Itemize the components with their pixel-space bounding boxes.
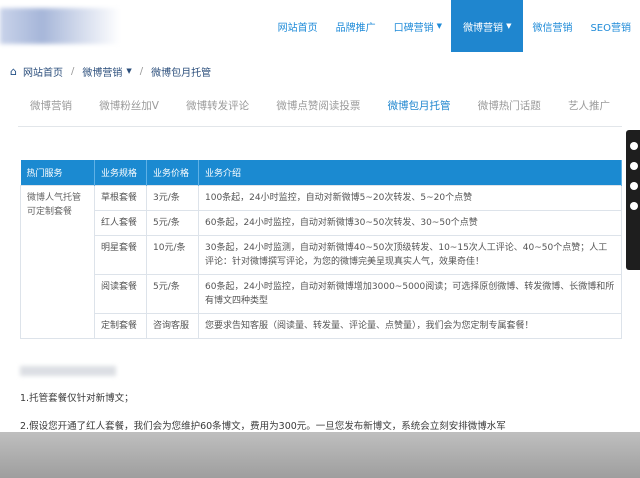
nav-item-weibo[interactable]: 微博营销 ▼ (451, 0, 524, 52)
bottom-shade (0, 432, 640, 478)
breadcrumb-separator: / (70, 65, 75, 77)
floating-toolbar[interactable] (626, 130, 640, 270)
breadcrumb-home[interactable]: 网站首页 (23, 64, 63, 79)
spec-cell: 阅读套餐 (94, 274, 147, 314)
note-text: 2.假设您开通了红人套餐，我们会为您维护60条博文，费用为300元。一旦您发布新… (20, 421, 506, 432)
nav-item-brand[interactable]: 品牌推广 (327, 0, 385, 52)
price-cell: 5元/条 (146, 274, 199, 314)
site-logo[interactable] (0, 8, 120, 44)
note-text: 1.托管套餐仅针对新博文； (20, 393, 134, 404)
table-header: 业务价格 (146, 160, 199, 186)
tab-weibo-monthly[interactable]: 微博包月托管 (388, 98, 451, 113)
table-row: 红人套餐 5元/条 60条起，24小时监控，自动对新微博30~50次转发、30~… (21, 210, 622, 236)
desc-cell: 您要求告知客服（阅读量、转发量、评论量、点赞量），我们会为您定制专属套餐！ (198, 313, 622, 339)
home-icon: ⌂ (10, 64, 17, 78)
tab-weibo-hot-topic[interactable]: 微博热门话题 (478, 98, 541, 113)
spec-cell: 定制套餐 (94, 313, 147, 339)
spec-cell: 明星套餐 (94, 235, 147, 275)
desc-cell: 100条起，24小时监控，自动对新微博5~20次转发、5~20个点赞 (198, 185, 622, 211)
table-header-row: 热门服务 业务规格 业务价格 业务介绍 (20, 160, 622, 186)
float-icon[interactable] (630, 162, 638, 170)
service-cell: 微博人气托管可定制套餐 (20, 185, 95, 339)
blurred-heading (20, 366, 116, 376)
nav-item-wechat[interactable]: 微信营销 (523, 0, 581, 52)
table-header: 热门服务 (20, 160, 95, 186)
nav-item-wom[interactable]: 口碑营销 ▼ (385, 0, 451, 52)
divider (18, 126, 622, 127)
price-cell: 咨询客服 (146, 313, 199, 339)
nav-item-home[interactable]: 网站首页 (269, 0, 327, 52)
tab-weibo-marketing[interactable]: 微博营销 (30, 98, 72, 113)
breadcrumb: ⌂ 网站首页 / 微博营销 ▼ / 微博包月托管 (10, 62, 211, 80)
table-header: 业务规格 (94, 160, 147, 186)
spec-cell: 红人套餐 (94, 210, 147, 236)
nav-label: SEO营销 (590, 22, 631, 34)
chevron-down-icon: ▼ (436, 22, 443, 30)
breadcrumb-current: 微博包月托管 (151, 67, 212, 79)
nav-label: 网站首页 (277, 22, 318, 34)
nav-item-seo[interactable]: SEO营销 (581, 0, 640, 52)
nav-label: 口碑营销 (393, 22, 434, 34)
spec-cell: 草根套餐 (94, 185, 147, 211)
desc-cell: 30条起，24小时监测，自动对新微博40~50次顶级转发、10~15次人工评论、… (198, 235, 622, 275)
table-row: 微博人气托管可定制套餐 草根套餐 3元/条 100条起，24小时监控，自动对新微… (20, 185, 622, 339)
price-cell: 5元/条 (146, 210, 199, 236)
chevron-down-icon: ▼ (506, 22, 512, 30)
sub-tabs: 微博营销 微博粉丝加V 微博转发评论 微博点赞阅读投票 微博包月托管 微博热门话… (30, 92, 610, 118)
float-icon[interactable] (630, 182, 638, 190)
tab-weibo-like-vote[interactable]: 微博点赞阅读投票 (276, 98, 360, 113)
tab-weibo-fans[interactable]: 微博粉丝加V (99, 98, 159, 113)
nav-label: 微博营销 (463, 22, 504, 34)
tab-artist-promo[interactable]: 艺人推广 (568, 98, 610, 113)
top-navbar: 网站首页 品牌推广 口碑营销 ▼ 微博营销 ▼ 微信营销 SEO营销 (0, 0, 640, 52)
price-cell: 10元/条 (146, 235, 199, 275)
table-row: 定制套餐 咨询客服 您要求告知客服（阅读量、转发量、评论量、点赞量），我们会为您… (21, 313, 622, 339)
tab-weibo-repost[interactable]: 微博转发评论 (186, 98, 249, 113)
float-icon[interactable] (630, 202, 638, 210)
desc-cell: 60条起，24小时监控，自动对新微博增加3000~5000阅读；可选择原创微博、… (198, 274, 622, 314)
table-header: 业务介绍 (198, 160, 622, 186)
pricing-table: 热门服务 业务规格 业务价格 业务介绍 微博人气托管可定制套餐 草根套餐 3元/… (20, 160, 622, 339)
nav-label: 微信营销 (532, 22, 573, 34)
breadcrumb-section[interactable]: 微博营销 (82, 64, 122, 79)
table-row: 明星套餐 10元/条 30条起，24小时监测，自动对新微博40~50次顶级转发、… (21, 235, 622, 275)
table-row: 阅读套餐 5元/条 60条起，24小时监控，自动对新微博增加3000~5000阅… (21, 274, 622, 314)
desc-cell: 60条起，24小时监控，自动对新微博30~50次转发、30~50个点赞 (198, 210, 622, 236)
main-nav: 网站首页 品牌推广 口碑营销 ▼ 微博营销 ▼ 微信营销 SEO营销 (269, 0, 640, 52)
nav-label: 品牌推广 (335, 22, 376, 34)
float-icon[interactable] (630, 142, 638, 150)
chevron-down-icon[interactable]: ▼ (126, 67, 131, 75)
price-cell: 3元/条 (146, 185, 199, 211)
breadcrumb-separator: / (139, 65, 144, 77)
